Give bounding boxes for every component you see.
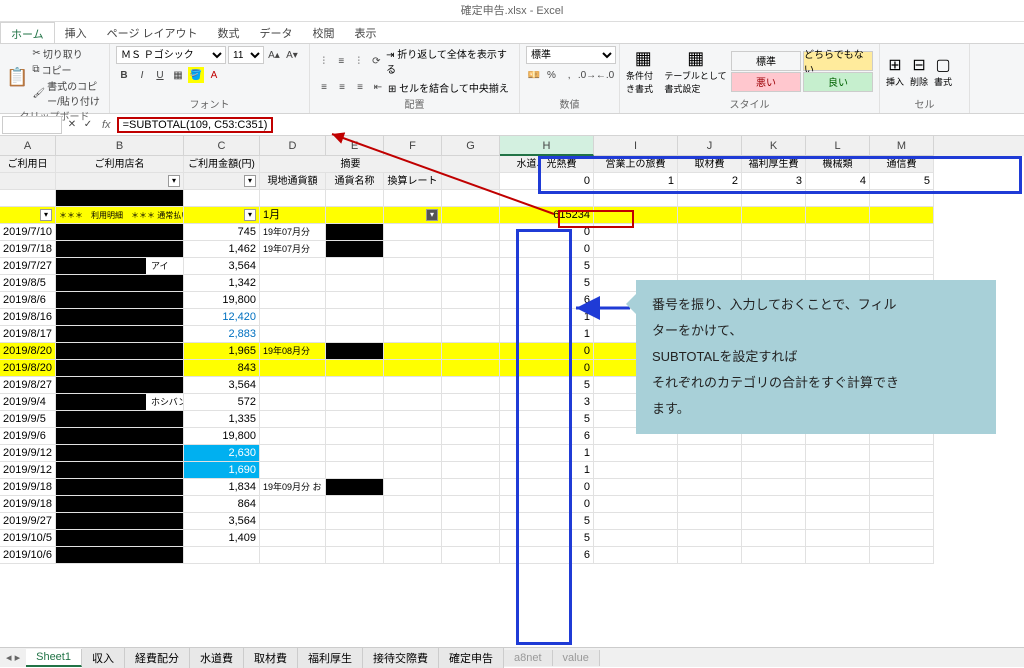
ribbon-tabs: ホーム 挿入 ページ レイアウト 数式 データ 校閲 表示 <box>0 22 1024 44</box>
group-label: 数値 <box>526 96 613 111</box>
format-cells-button[interactable]: ▢書式 <box>934 55 952 88</box>
column-header[interactable]: M <box>870 136 934 156</box>
paste-button[interactable]: 📋 <box>6 57 28 97</box>
border-button[interactable]: ▦ <box>170 67 186 83</box>
sheet-nav-icon[interactable]: ◂ ▸ <box>0 651 26 664</box>
sheet-tab[interactable]: a8net <box>504 650 553 666</box>
copy-button[interactable]: ⧉ コピー <box>32 62 103 77</box>
sheet-tabs: ◂ ▸ Sheet1 収入 経費配分 水道費 取材費 福利厚生 接待交際費 確定… <box>0 647 1024 667</box>
column-header[interactable]: J <box>678 136 742 156</box>
sheet-tab[interactable]: 取材費 <box>244 648 298 668</box>
align-right-icon[interactable]: ≡ <box>352 79 368 95</box>
style-neutral[interactable]: どちらでもない <box>803 51 873 71</box>
column-header[interactable]: E <box>326 136 384 156</box>
column-header[interactable]: D <box>260 136 326 156</box>
cancel-icon[interactable]: ✕ <box>64 117 80 133</box>
orientation-icon[interactable]: ⟳ <box>369 53 385 69</box>
style-good[interactable]: 良い <box>803 72 873 92</box>
wrap-text-button[interactable]: ⇥ 折り返して全体を表示する <box>386 46 513 76</box>
sheet-tab[interactable]: value <box>553 650 600 666</box>
tab-data[interactable]: データ <box>250 22 303 43</box>
name-box[interactable] <box>2 116 62 134</box>
sheet-tab[interactable]: 経費配分 <box>125 648 190 668</box>
decrease-font-icon[interactable]: A▾ <box>284 47 300 63</box>
column-header[interactable]: C <box>184 136 260 156</box>
delete-cells-button[interactable]: ⊟削除 <box>910 55 928 88</box>
conditional-format-button[interactable]: ▦条件付き書式 <box>626 48 660 95</box>
cut-button[interactable]: ✂ 切り取り <box>32 46 103 61</box>
formula-bar: ✕ ✓ fx =SUBTOTAL(109, C53:C351) <box>0 114 1024 136</box>
font-color-button[interactable]: A <box>206 67 222 83</box>
fx-icon[interactable]: fx <box>96 119 117 131</box>
currency-icon[interactable]: 💴 <box>526 67 542 83</box>
tab-home[interactable]: ホーム <box>0 22 55 43</box>
table-row[interactable]: 2019/9/188640 <box>0 496 1024 513</box>
number-format-select[interactable]: 標準 <box>526 46 616 64</box>
align-left-icon[interactable]: ≡ <box>316 79 332 95</box>
format-painter-button[interactable]: 🖌 書式のコピー/貼り付け <box>32 78 103 108</box>
column-header[interactable]: H <box>500 136 594 156</box>
indent-icon[interactable]: ⇤ <box>370 79 386 95</box>
column-header[interactable]: L <box>806 136 870 156</box>
format-as-table-button[interactable]: ▦テーブルとして書式設定 <box>664 48 727 95</box>
align-top-icon[interactable]: ⫶ <box>316 53 332 69</box>
table-row[interactable]: 2019/9/273,5645 <box>0 513 1024 530</box>
table-row[interactable]: 2019/9/181,83419年09月分 お0 <box>0 479 1024 496</box>
insert-cells-button[interactable]: ⊞挿入 <box>886 55 904 88</box>
comma-icon[interactable]: , <box>561 67 577 83</box>
column-header[interactable]: A <box>0 136 56 156</box>
sheet-tab[interactable]: 接待交際費 <box>363 648 439 668</box>
sheet-tab[interactable]: 水道費 <box>190 648 244 668</box>
underline-button[interactable]: U <box>152 67 168 83</box>
sheet-tab[interactable]: Sheet1 <box>26 649 82 667</box>
decrease-decimal-icon[interactable]: ←.0 <box>597 67 613 83</box>
table-row[interactable]: 2019/9/121,6901 <box>0 462 1024 479</box>
sheet-tab[interactable]: 福利厚生 <box>298 648 363 668</box>
fill-color-button[interactable]: 🪣 <box>188 67 204 83</box>
merge-button[interactable]: ⊞ セルを結合して中央揃え <box>388 80 509 95</box>
font-name-select[interactable]: ＭＳ Ｐゴシック <box>116 46 226 64</box>
increase-font-icon[interactable]: A▴ <box>266 47 282 63</box>
align-center-icon[interactable]: ≡ <box>334 79 350 95</box>
subtotal-cell: 615234 <box>500 207 594 224</box>
column-header[interactable]: B <box>56 136 184 156</box>
ribbon: 📋 ✂ 切り取り ⧉ コピー 🖌 書式のコピー/貼り付け クリップボード ＭＳ … <box>0 44 1024 114</box>
column-header[interactable]: G <box>442 136 500 156</box>
tab-review[interactable]: 校閲 <box>303 22 345 43</box>
group-label: フォント <box>116 96 303 111</box>
tab-page-layout[interactable]: ページ レイアウト <box>97 22 208 43</box>
column-header[interactable]: F <box>384 136 442 156</box>
bold-button[interactable]: B <box>116 67 132 83</box>
font-size-select[interactable]: 11 <box>228 46 264 64</box>
group-label: 配置 <box>316 96 513 111</box>
align-middle-icon[interactable]: ≡ <box>334 53 350 69</box>
column-header[interactable]: I <box>594 136 678 156</box>
sheet-tab[interactable]: 収入 <box>82 648 125 668</box>
percent-icon[interactable]: % <box>544 67 560 83</box>
group-label: スタイル <box>626 96 873 111</box>
tab-insert[interactable]: 挿入 <box>55 22 97 43</box>
column-header[interactable]: K <box>742 136 806 156</box>
title-bar: 確定申告.xlsx - Excel <box>0 0 1024 22</box>
table-row[interactable]: 2019/7/181,46219年07月分0 <box>0 241 1024 258</box>
table-row[interactable]: 2019/9/122,6301 <box>0 445 1024 462</box>
style-normal[interactable]: 標準 <box>731 51 801 71</box>
table-row[interactable]: 2019/10/66 <box>0 547 1024 564</box>
align-bottom-icon[interactable]: ⫶ <box>351 53 367 69</box>
sheet-tab[interactable]: 確定申告 <box>439 648 504 668</box>
table-row[interactable]: 2019/7/1074519年07月分0 <box>0 224 1024 241</box>
increase-decimal-icon[interactable]: .0→ <box>579 67 595 83</box>
style-bad[interactable]: 悪い <box>731 72 801 92</box>
formula-input[interactable]: =SUBTOTAL(109, C53:C351) <box>117 117 274 133</box>
group-label: セル <box>886 96 963 111</box>
table-row[interactable]: 2019/7/27アイ3,5645 <box>0 258 1024 275</box>
annotation-callout: 番号を振り、入力しておくことで、フィル ターをかけて、 SUBTOTALを設定す… <box>636 280 996 434</box>
italic-button[interactable]: I <box>134 67 150 83</box>
table-row[interactable]: 2019/10/51,4095 <box>0 530 1024 547</box>
tab-formulas[interactable]: 数式 <box>208 22 250 43</box>
tab-view[interactable]: 表示 <box>345 22 387 43</box>
enter-icon[interactable]: ✓ <box>80 117 96 133</box>
